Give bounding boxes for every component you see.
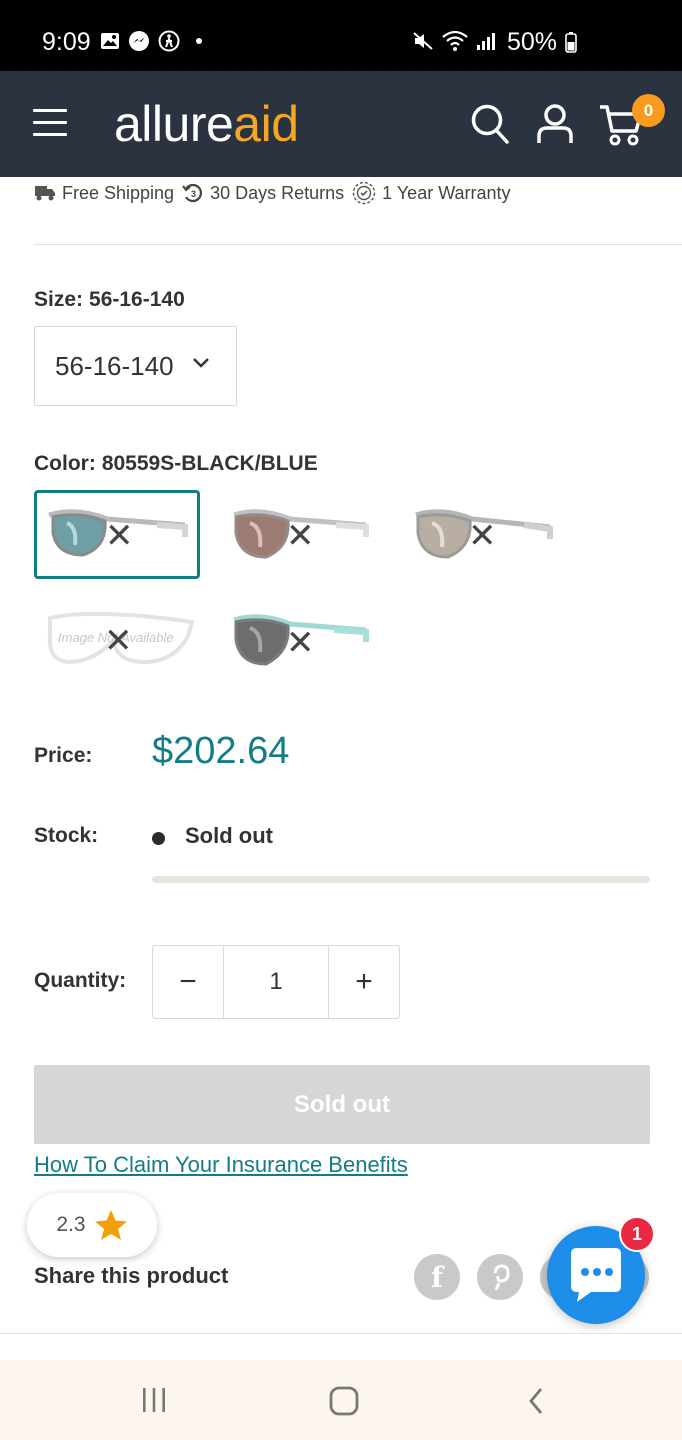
color-label-row: Color: 80559S-BLACK/BLUE	[34, 452, 318, 475]
notification-dot	[196, 38, 202, 44]
stock-label: Stock:	[34, 824, 99, 847]
divider	[0, 1333, 682, 1334]
chevron-down-icon	[193, 358, 209, 368]
messenger-icon	[129, 31, 149, 51]
home-icon[interactable]	[329, 1386, 359, 1416]
stock-level-bar	[152, 876, 650, 883]
rating-badge[interactable]: 2.3	[27, 1193, 157, 1257]
divider	[34, 244, 682, 245]
status-bar: 9:09 50%	[0, 0, 682, 71]
status-time: 9:09	[42, 28, 91, 56]
search-icon[interactable]	[470, 103, 510, 145]
quantity-input[interactable]: 1	[224, 946, 329, 1018]
account-icon[interactable]	[536, 103, 574, 145]
color-swatch-brown[interactable]: ✕	[216, 493, 382, 582]
battery-percent: 50%	[507, 28, 578, 57]
color-swatch-black-blue[interactable]: ✕	[34, 490, 200, 579]
size-select[interactable]: 56-16-140	[34, 326, 237, 406]
color-swatch-image-not-available[interactable]: Image Not Available ✕	[34, 596, 200, 685]
recent-apps-icon[interactable]	[140, 1387, 168, 1413]
color-swatch-black-tiffany[interactable]: ✕	[216, 598, 382, 687]
svg-text:3: 3	[191, 189, 196, 199]
insurance-benefits-link[interactable]: How To Claim Your Insurance Benefits	[34, 1152, 408, 1178]
truck-icon	[35, 186, 55, 201]
chat-notification-badge: 1	[619, 1216, 655, 1252]
stock-status-dot	[152, 832, 165, 845]
back-icon[interactable]	[526, 1386, 546, 1416]
stock-status: Sold out	[185, 823, 273, 848]
facebook-share-icon[interactable]: f	[414, 1254, 460, 1300]
quantity-label: Quantity:	[34, 969, 127, 992]
wifi-icon	[442, 30, 468, 51]
benefits-strip: Free Shipping 3 30 Days Returns 1 Year W…	[34, 178, 519, 208]
hamburger-menu-button[interactable]	[33, 109, 67, 137]
quantity-increase-button[interactable]: +	[329, 946, 399, 1018]
benefit-returns: 3 30 Days Returns	[182, 182, 344, 204]
return-icon: 3	[182, 183, 203, 203]
benefit-free-shipping: Free Shipping	[34, 183, 174, 204]
gallery-icon	[101, 33, 119, 49]
unavailable-x-icon: ✕	[286, 624, 315, 662]
price-label: Price:	[34, 744, 93, 767]
site-header: allureaid	[0, 71, 682, 177]
pinterest-icon	[493, 1264, 510, 1291]
cart-count-badge: 0	[632, 94, 665, 127]
unavailable-x-icon: ✕	[104, 622, 133, 660]
star-icon	[94, 1210, 127, 1240]
unavailable-x-icon: ✕	[105, 517, 134, 555]
size-label-row: Size: 56-16-140	[34, 288, 185, 311]
battery-icon	[565, 32, 577, 53]
unavailable-x-icon: ✕	[286, 517, 315, 555]
signal-icon	[477, 33, 495, 50]
pinterest-share-icon[interactable]	[477, 1254, 523, 1300]
mute-icon	[413, 32, 433, 50]
color-swatch-grey[interactable]: ✕	[398, 493, 564, 582]
sold-out-button[interactable]: Sold out	[34, 1065, 650, 1144]
warranty-icon	[352, 181, 376, 205]
accessibility-icon	[158, 30, 180, 52]
price-value: $202.64	[152, 730, 290, 772]
unavailable-x-icon: ✕	[468, 517, 497, 555]
rating-value: 2.3	[56, 1213, 86, 1236]
quantity-stepper: − 1 +	[152, 945, 400, 1019]
quantity-decrease-button[interactable]: −	[153, 946, 224, 1018]
system-nav-bar	[0, 1360, 682, 1440]
share-label: Share this product	[34, 1263, 229, 1288]
allureaid-logo[interactable]: allureaid	[114, 95, 299, 153]
benefit-warranty: 1 Year Warranty	[352, 181, 511, 205]
